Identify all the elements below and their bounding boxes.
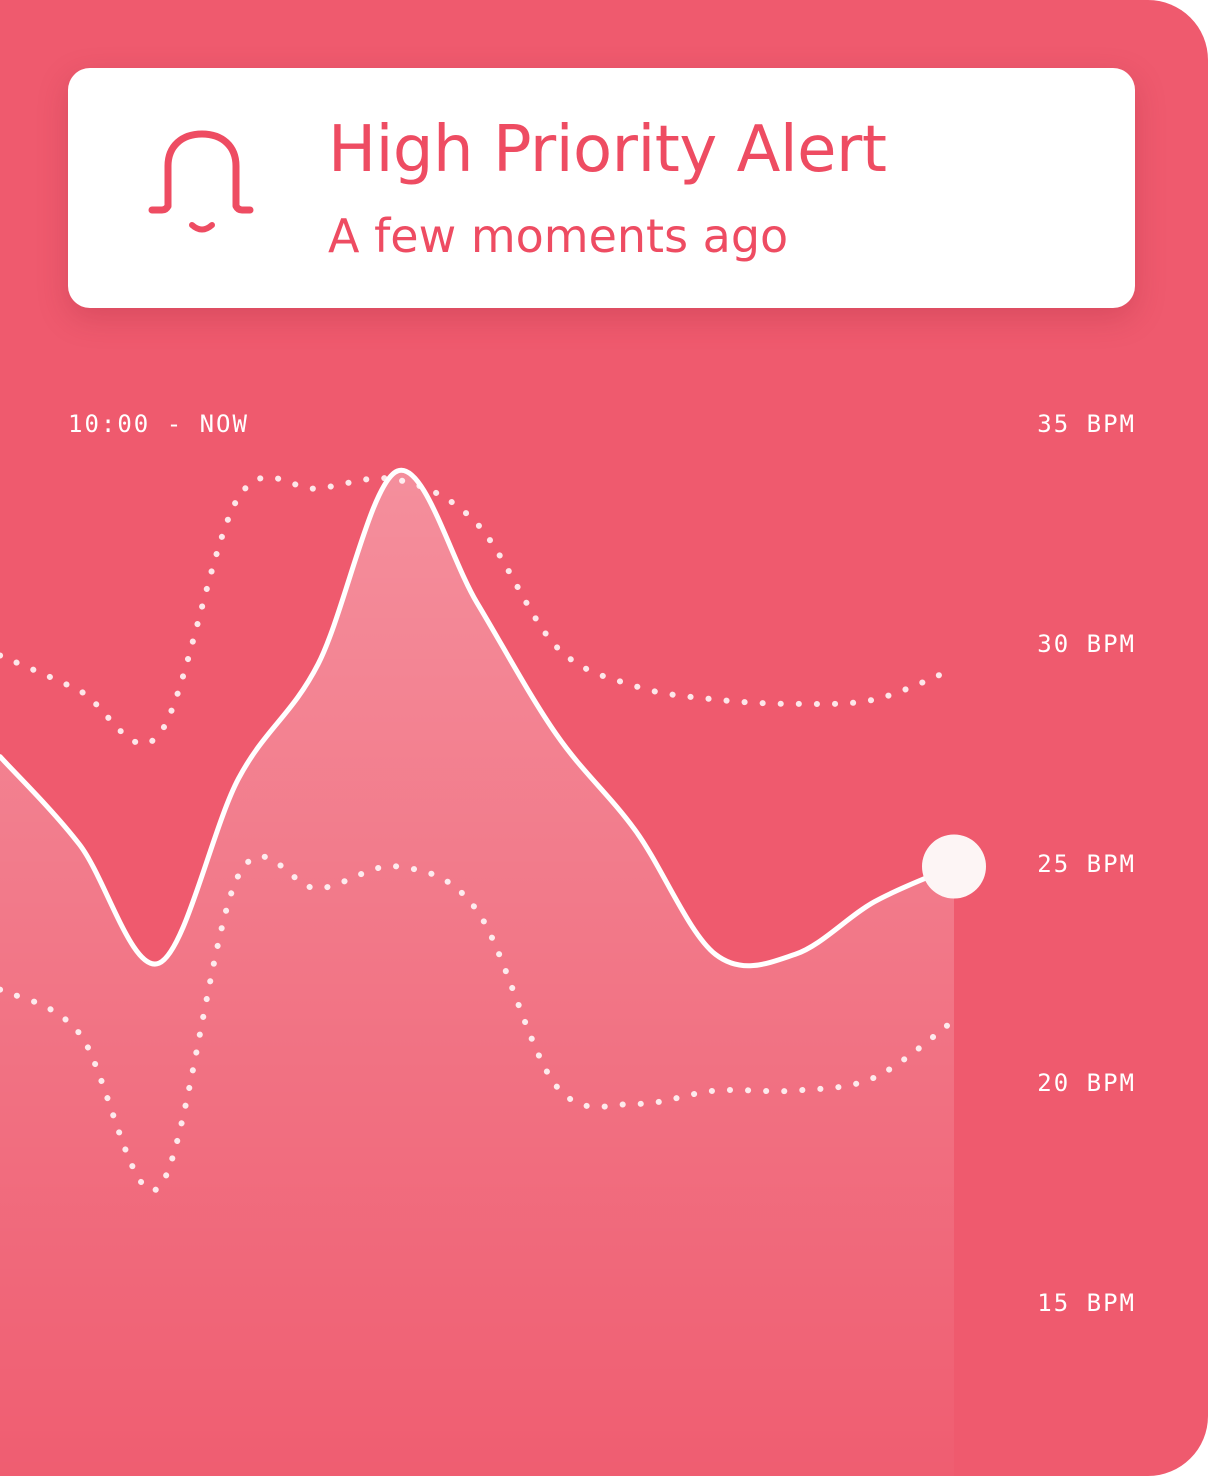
current-value-marker[interactable]: [922, 834, 986, 899]
y-tick-label: 20 BPM: [1037, 1069, 1136, 1097]
y-tick-label: 15 BPM: [1037, 1289, 1136, 1317]
y-tick-label: 35 BPM: [1037, 410, 1136, 438]
alert-timestamp: A few moments ago: [328, 209, 789, 263]
time-range-label: 10:00 - NOW: [68, 410, 249, 438]
bell-icon: [148, 130, 254, 233]
alert-title: High Priority Alert: [328, 113, 887, 187]
y-tick-label: 30 BPM: [1037, 630, 1136, 658]
y-tick-label: 25 BPM: [1037, 850, 1136, 878]
alert-card: High Priority Alert A few moments ago 10…: [0, 0, 1208, 1476]
series-area-fill: [0, 470, 954, 1476]
